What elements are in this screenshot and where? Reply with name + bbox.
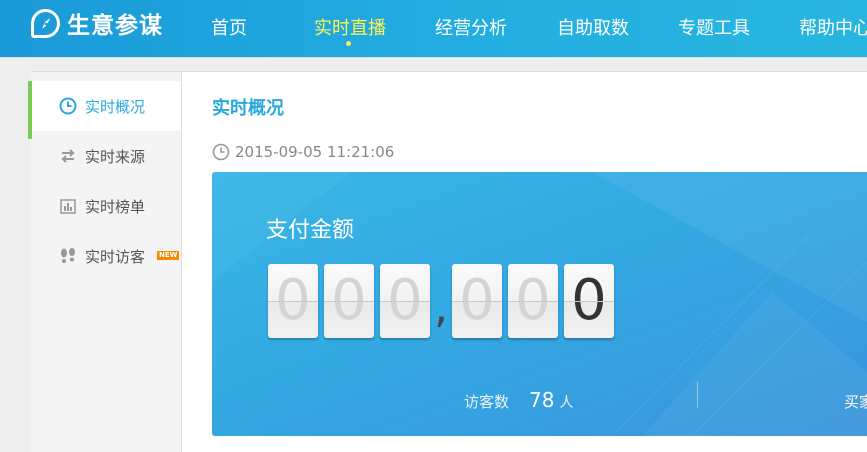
buyer-count-label: 买家 (844, 393, 867, 411)
footprints-icon (59, 247, 77, 265)
visitor-count: 访客数 78 人 (464, 388, 573, 412)
timestamp-row: 2015-09-05 11:21:06 (212, 143, 394, 161)
nav-item-tools[interactable]: 专题工具 (678, 14, 750, 40)
clock-icon (212, 143, 230, 161)
sidebar-item-rankings[interactable]: 实时榜单 (31, 181, 181, 231)
nav-item-help[interactable]: 帮助中心 (799, 14, 867, 40)
app-logo[interactable]: 生意参谋 (31, 6, 163, 40)
sidebar-item-label: 实时访客 (85, 248, 146, 266)
sidebar-item-overview[interactable]: 实时概况 (28, 81, 181, 139)
counter-digit: 0 (380, 264, 430, 338)
counter-digit: 0 (452, 264, 502, 338)
sidebar-item-sources[interactable]: 实时来源 (31, 131, 181, 181)
nav-item-live[interactable]: 实时直播 (314, 14, 386, 40)
card-title: 支付金额 (266, 218, 355, 243)
thousands-separator: , (434, 282, 448, 333)
nav-item-analysis[interactable]: 经营分析 (435, 14, 507, 40)
visitor-count-label: 访客数 (464, 393, 510, 411)
nav-item-self-service[interactable]: 自助取数 (557, 14, 629, 40)
sidebar-item-label: 实时来源 (85, 148, 146, 166)
visitor-count-value: 78 (529, 388, 555, 412)
visitor-count-unit: 人 (559, 395, 574, 411)
counter-digit: 0 (324, 264, 374, 338)
page-title: 实时概况 (212, 98, 284, 119)
active-nav-indicator (346, 41, 351, 46)
counter-digit: 0 (508, 264, 558, 338)
nav-item-home[interactable]: 首页 (211, 14, 247, 40)
compass-icon (31, 8, 60, 38)
sidebar-item-label: 实时概况 (85, 98, 146, 116)
payment-amount-card: 支付金额 0 0 0 , 0 0 0 访客数 78 人 买家 (212, 172, 867, 436)
new-badge: NEW (157, 251, 180, 260)
amount-counter: 0 0 0 , 0 0 0 (268, 264, 620, 338)
main-content: 实时概况 2015-09-05 11:21:06 支付金额 0 0 0 , 0 … (182, 71, 867, 452)
stat-divider (697, 382, 698, 408)
sidebar-item-label: 实时榜单 (85, 198, 146, 216)
sidebar: 实时概况 实时来源 实时榜单 实时访客 NEW (28, 71, 182, 452)
app-name: 生意参谋 (67, 13, 163, 39)
top-navigation-bar: 生意参谋 首页 实时直播 经营分析 自助取数 专题工具 帮助中心 (0, 0, 867, 57)
counter-digit: 0 (564, 264, 614, 338)
sidebar-item-visitors[interactable]: 实时访客 NEW (31, 231, 181, 281)
swap-arrows-icon (59, 147, 77, 165)
bar-chart-icon (59, 197, 77, 215)
update-timestamp: 2015-09-05 11:21:06 (235, 143, 395, 161)
counter-digit: 0 (268, 264, 318, 338)
clock-icon (59, 97, 77, 115)
